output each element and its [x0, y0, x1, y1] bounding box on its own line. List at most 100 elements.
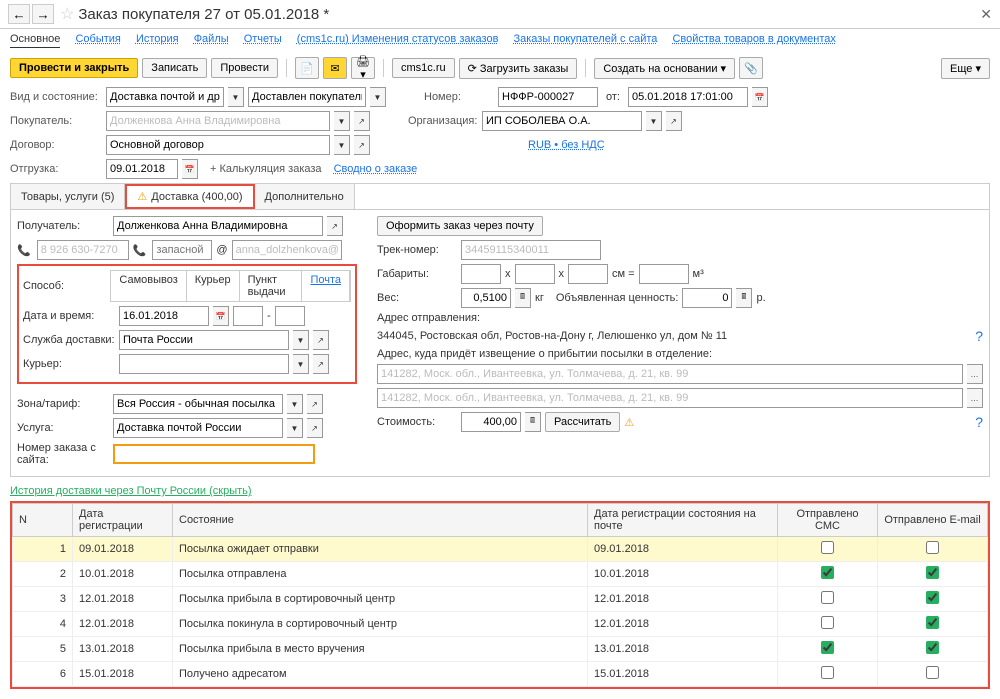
- recipient-input[interactable]: [113, 216, 323, 236]
- contract-dropdown-icon[interactable]: ▼: [334, 135, 350, 155]
- datetime-input[interactable]: [119, 306, 209, 326]
- zone-input[interactable]: [113, 394, 283, 414]
- mail-order-button[interactable]: Оформить заказ через почту: [377, 216, 543, 236]
- state-select[interactable]: [248, 87, 366, 107]
- buyer-open-icon[interactable]: ↗: [354, 111, 370, 131]
- calc-button[interactable]: Рассчитать: [545, 412, 620, 432]
- org-open-icon[interactable]: ↗: [666, 111, 682, 131]
- sms-checkbox[interactable]: [821, 666, 834, 679]
- zone-dropdown-icon[interactable]: ▼: [287, 394, 303, 414]
- sms-checkbox[interactable]: [821, 641, 834, 654]
- contract-input[interactable]: [106, 135, 330, 155]
- history-toggle-link[interactable]: История доставки через Почту России (скр…: [0, 481, 1000, 501]
- save-button[interactable]: Записать: [142, 58, 207, 78]
- method-courier[interactable]: Курьер: [187, 271, 240, 301]
- tab-reports[interactable]: Отчеты: [244, 33, 282, 45]
- courier-open-icon[interactable]: ↗: [313, 354, 329, 374]
- table-row[interactable]: 513.01.2018Посылка прибыла в место вруче…: [13, 637, 988, 662]
- phone1-input[interactable]: [37, 240, 129, 260]
- declared-calc-icon[interactable]: 🖩: [736, 288, 752, 308]
- post-button[interactable]: Провести: [211, 58, 278, 78]
- addr2-edit-icon[interactable]: …: [967, 388, 983, 408]
- dim-l-input[interactable]: [461, 264, 501, 284]
- method-pickup[interactable]: Пункт выдачи: [240, 271, 303, 301]
- tab-props[interactable]: Свойства товаров в документах: [672, 33, 835, 45]
- email-checkbox[interactable]: [926, 566, 939, 579]
- email-input[interactable]: [232, 240, 342, 260]
- dim-h-input[interactable]: [568, 264, 608, 284]
- sms-checkbox[interactable]: [821, 566, 834, 579]
- org-dropdown-icon[interactable]: ▼: [646, 111, 662, 131]
- sms-checkbox[interactable]: [821, 541, 834, 554]
- doc-icon-button[interactable]: 📄: [295, 57, 319, 79]
- buyer-input[interactable]: [106, 111, 330, 131]
- help-icon[interactable]: ?: [975, 328, 983, 344]
- addr2-input[interactable]: [377, 388, 963, 408]
- number-input[interactable]: [498, 87, 598, 107]
- zone-open-icon[interactable]: ↗: [307, 394, 323, 414]
- tab-history[interactable]: История: [136, 33, 179, 45]
- table-row[interactable]: 412.01.2018Посылка покинула в сортировоч…: [13, 612, 988, 637]
- time-from-input[interactable]: [233, 306, 263, 326]
- create-based-button[interactable]: Создать на основании ▾: [594, 58, 735, 79]
- table-row[interactable]: 109.01.2018Посылка ожидает отправки09.01…: [13, 537, 988, 562]
- declared-input[interactable]: [682, 288, 732, 308]
- method-post[interactable]: Почта: [302, 271, 350, 301]
- shipment-calendar-icon[interactable]: 📅: [182, 159, 198, 179]
- serv-open-icon[interactable]: ↗: [307, 418, 323, 438]
- courier-dropdown-icon[interactable]: ▼: [293, 354, 309, 374]
- tab-events[interactable]: События: [75, 33, 120, 45]
- email-checkbox[interactable]: [926, 541, 939, 554]
- close-icon[interactable]: ✕: [980, 6, 992, 23]
- mail-icon-button[interactable]: ✉: [323, 57, 347, 79]
- buyer-dropdown-icon[interactable]: ▼: [334, 111, 350, 131]
- service-open-icon[interactable]: ↗: [313, 330, 329, 350]
- help-icon[interactable]: ?: [975, 414, 983, 430]
- recipient-open-icon[interactable]: ↗: [327, 216, 343, 236]
- org-input[interactable]: [482, 111, 642, 131]
- date-input[interactable]: [628, 87, 748, 107]
- method-self[interactable]: Самовывоз: [111, 271, 186, 301]
- serv-input[interactable]: [113, 418, 283, 438]
- addr-notice-input[interactable]: [377, 364, 963, 384]
- site-order-input[interactable]: [113, 444, 315, 464]
- service-dropdown-icon[interactable]: ▼: [293, 330, 309, 350]
- cost-input[interactable]: [461, 412, 521, 432]
- cms-button[interactable]: cms1c.ru: [392, 58, 455, 78]
- star-icon[interactable]: ☆: [60, 4, 74, 24]
- attach-icon-button[interactable]: 📎: [739, 57, 763, 79]
- shipment-date-input[interactable]: [106, 159, 178, 179]
- contract-open-icon[interactable]: ↗: [354, 135, 370, 155]
- weight-input[interactable]: [461, 288, 511, 308]
- state-dropdown-icon[interactable]: ▼: [370, 87, 386, 107]
- summary-link[interactable]: Сводно о заказе: [334, 163, 418, 175]
- cost-calc-icon[interactable]: 🖩: [525, 412, 541, 432]
- dim-w-input[interactable]: [515, 264, 555, 284]
- more-button[interactable]: Еще ▾: [941, 58, 990, 79]
- type-select[interactable]: [106, 87, 224, 107]
- phone2-input[interactable]: [152, 240, 212, 260]
- service-input[interactable]: [119, 330, 289, 350]
- track-input[interactable]: [461, 240, 601, 260]
- tab-site-orders[interactable]: Заказы покупателей с сайта: [513, 33, 657, 45]
- tab-files[interactable]: Файлы: [194, 33, 229, 45]
- post-close-button[interactable]: Провести и закрыть: [10, 58, 138, 78]
- type-dropdown-icon[interactable]: ▼: [228, 87, 244, 107]
- currency-link[interactable]: RUB • без НДС: [528, 139, 605, 151]
- email-checkbox[interactable]: [926, 641, 939, 654]
- weight-calc-icon[interactable]: 🖩: [515, 288, 531, 308]
- print-icon-button[interactable]: 🖨 ▾: [351, 57, 375, 79]
- forward-button[interactable]: →: [32, 4, 54, 24]
- tab-extra[interactable]: Дополнительно: [255, 184, 355, 209]
- serv-dropdown-icon[interactable]: ▼: [287, 418, 303, 438]
- datetime-calendar-icon[interactable]: 📅: [213, 306, 229, 326]
- tab-main[interactable]: Основное: [10, 33, 60, 48]
- table-row[interactable]: 210.01.2018Посылка отправлена10.01.2018: [13, 562, 988, 587]
- volume-input[interactable]: [639, 264, 689, 284]
- sms-checkbox[interactable]: [821, 616, 834, 629]
- calendar-icon[interactable]: 📅: [752, 87, 768, 107]
- email-checkbox[interactable]: [926, 616, 939, 629]
- load-orders-button[interactable]: ⟳ Загрузить заказы: [459, 58, 578, 79]
- back-button[interactable]: ←: [8, 4, 30, 24]
- addr-notice-edit-icon[interactable]: …: [967, 364, 983, 384]
